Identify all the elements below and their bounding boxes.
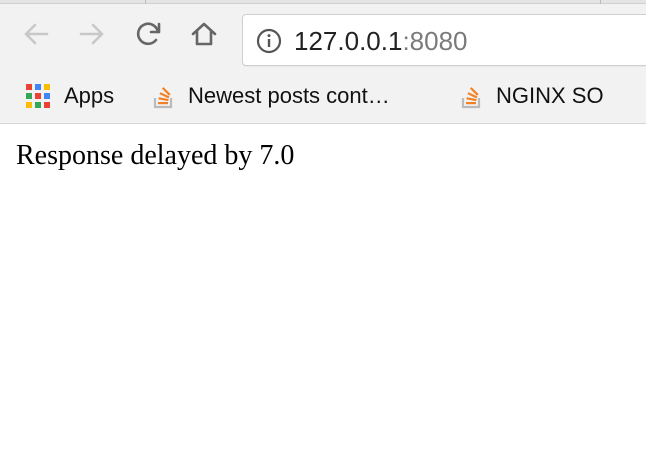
reload-button[interactable] bbox=[133, 18, 165, 50]
stackoverflow-icon bbox=[461, 87, 481, 109]
url-text[interactable]: 127.0.0.1:8080 bbox=[294, 26, 468, 56]
bookmark-nginx-so[interactable]: NGINX SO bbox=[460, 80, 604, 112]
back-button[interactable] bbox=[20, 18, 52, 50]
bookmark-newest-posts[interactable]: Newest posts cont… bbox=[152, 80, 390, 112]
home-button[interactable] bbox=[188, 18, 220, 50]
bookmarks-bar: Apps Newest posts cont… NGINX SO bbox=[0, 72, 646, 122]
bookmark-apps[interactable]: Apps bbox=[26, 80, 114, 112]
page-body-text: Response delayed by 7.0 bbox=[16, 140, 295, 171]
browser-chrome: 127.0.0.1:8080 Apps Newest posts cont… N… bbox=[0, 0, 646, 124]
url-host: 127.0.0.1 bbox=[294, 26, 403, 56]
arrow-left-icon bbox=[24, 23, 49, 45]
toolbar: 127.0.0.1:8080 bbox=[0, 4, 646, 72]
address-bar[interactable]: 127.0.0.1:8080 bbox=[242, 14, 646, 66]
home-icon bbox=[191, 22, 217, 46]
bookmark-label: NGINX SO bbox=[496, 83, 604, 108]
url-port: :8080 bbox=[402, 26, 468, 56]
info-circle-icon[interactable] bbox=[256, 28, 282, 54]
stackoverflow-icon bbox=[153, 87, 173, 109]
bookmark-label: Apps bbox=[64, 83, 115, 108]
bookmark-label: Newest posts cont… bbox=[188, 83, 390, 108]
apps-grid-icon bbox=[26, 83, 52, 109]
reload-icon bbox=[136, 22, 161, 46]
arrow-right-icon bbox=[79, 23, 104, 45]
forward-button[interactable] bbox=[76, 18, 108, 50]
